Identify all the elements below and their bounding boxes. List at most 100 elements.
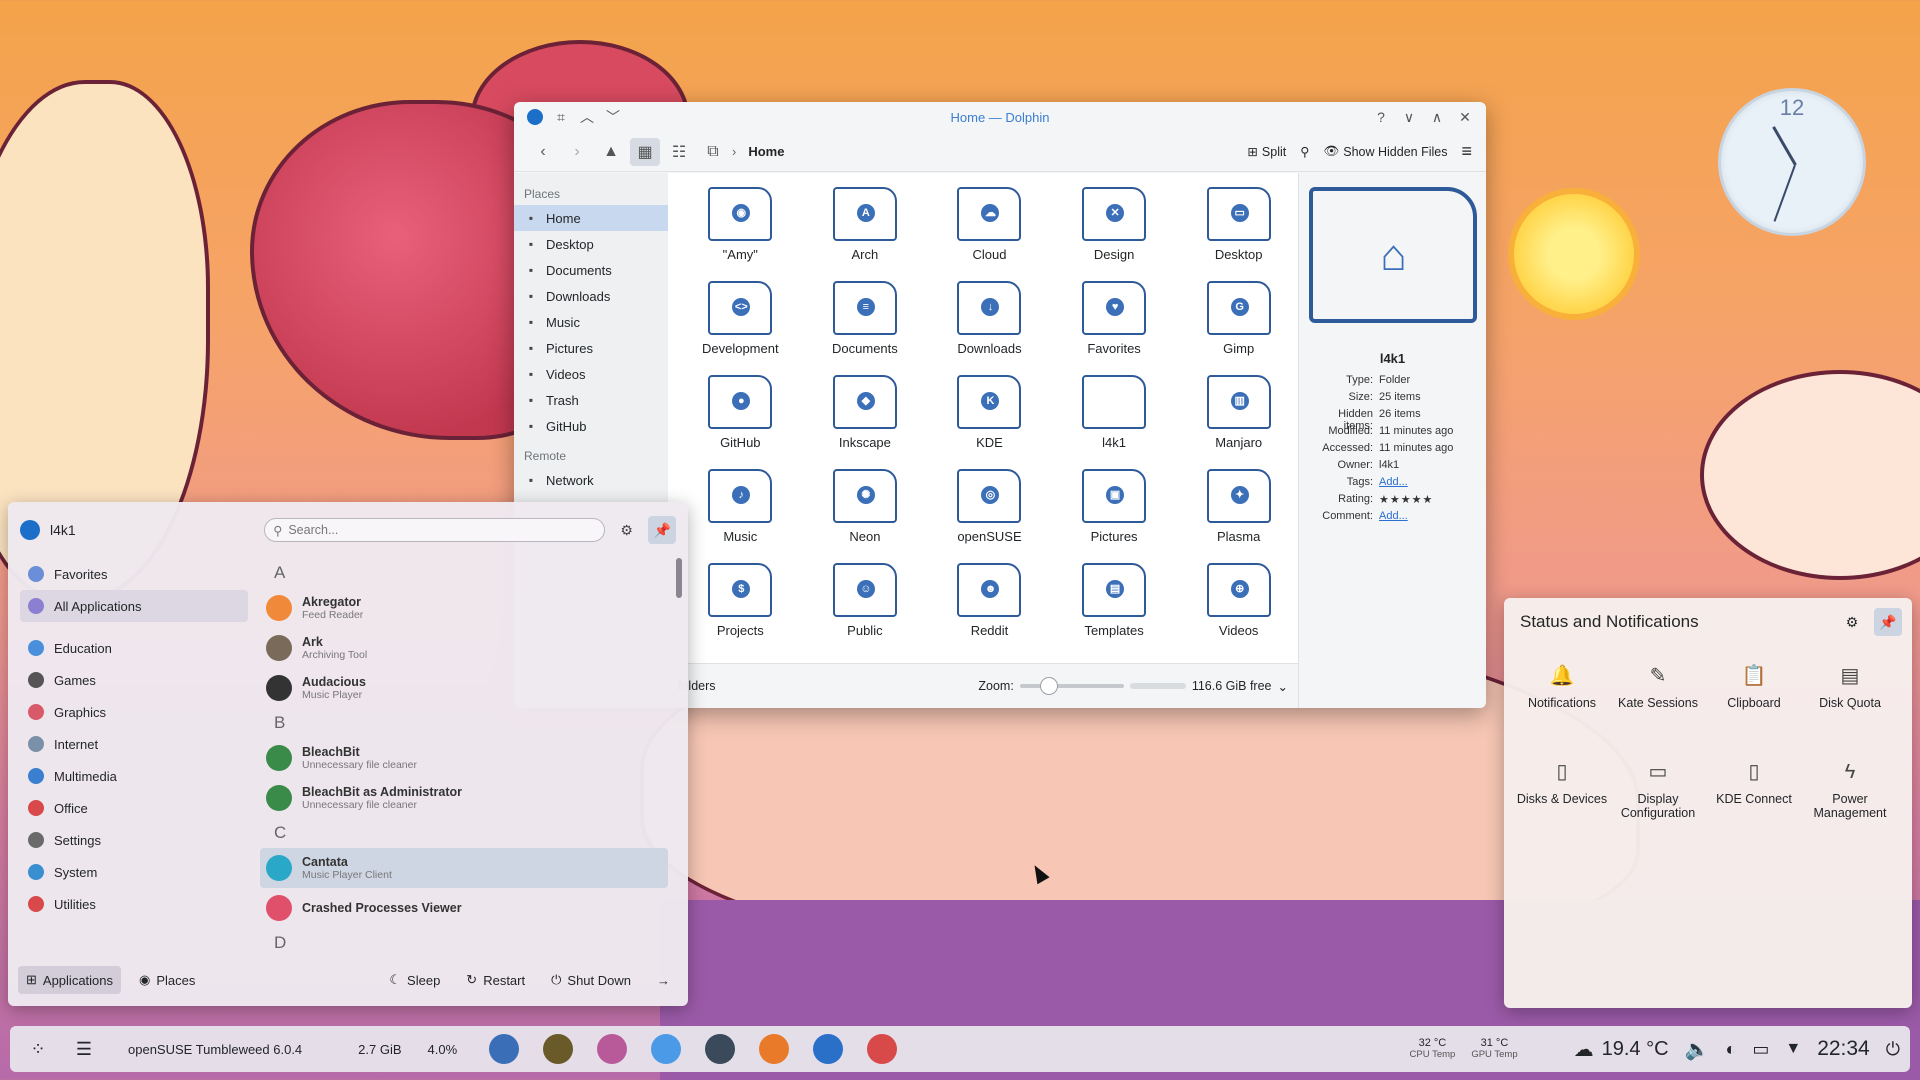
category-games[interactable]: Games xyxy=(20,664,248,696)
applications-tab[interactable]: ⊞ Applications xyxy=(18,966,122,994)
configure-button[interactable]: ⚙ xyxy=(613,516,641,544)
scrollbar[interactable] xyxy=(676,558,682,598)
folder-item[interactable]: ✺ Neon xyxy=(803,465,928,559)
tray-pin-button[interactable]: 📌 xyxy=(1874,608,1902,636)
folder-item[interactable]: ⊕ Videos xyxy=(1176,559,1301,653)
window-titlebar[interactable]: ⌗ ︿ ﹀ Home — Dolphin ? ∨ ∧ ✕ xyxy=(514,102,1486,132)
forward-button[interactable]: › xyxy=(562,138,592,166)
free-space-text[interactable]: 116.6 GiB free xyxy=(1192,679,1272,693)
sidebar-item-music[interactable]: ▪ Music xyxy=(514,309,668,335)
analog-clock-widget[interactable]: 12 xyxy=(1718,88,1866,236)
folder-item[interactable]: ◆ Inkscape xyxy=(803,371,928,465)
tray-item-disk-quota[interactable]: ▤ Disk Quota xyxy=(1802,658,1898,754)
sidebar-item-github[interactable]: ▪ GitHub xyxy=(514,413,668,439)
sidebar-item-trash[interactable]: ▪ Trash xyxy=(514,387,668,413)
back-button[interactable]: ‹ xyxy=(528,138,558,166)
category-graphics[interactable]: Graphics xyxy=(20,696,248,728)
folder-item[interactable]: ↓ Downloads xyxy=(927,277,1052,371)
sidebar-item-downloads[interactable]: ▪ Downloads xyxy=(514,283,668,309)
folder-item[interactable]: G Gimp xyxy=(1176,277,1301,371)
taskbar-app-app-4[interactable] xyxy=(651,1034,682,1064)
minimize-button[interactable]: ∨ xyxy=(1396,104,1422,130)
close-button[interactable]: ✕ xyxy=(1452,104,1478,130)
shutdown-button[interactable]: ⏻ Shut Down xyxy=(543,966,639,994)
comment-add-link[interactable]: Add... xyxy=(1379,510,1408,527)
category-favorites[interactable]: Favorites xyxy=(20,558,248,590)
leave-button[interactable]: → xyxy=(649,966,678,994)
dolphin-app-icon[interactable] xyxy=(522,104,548,130)
sidebar-item-home[interactable]: ▪ Home xyxy=(514,205,668,231)
places-tab[interactable]: ◉ Places xyxy=(131,966,203,994)
sidebar-item-videos[interactable]: ▪ Videos xyxy=(514,361,668,387)
tray-item-power-management[interactable]: ϟ Power Management xyxy=(1802,754,1898,850)
taskbar-app-dolphin[interactable] xyxy=(813,1034,844,1064)
task-manager-button[interactable]: ☰ xyxy=(66,1031,102,1067)
folder-item[interactable]: ✕ Design xyxy=(1052,183,1177,277)
show-hidden-files-button[interactable]: 👁 Show Hidden Files xyxy=(1323,144,1447,159)
zoom-slider[interactable] xyxy=(1019,677,1124,695)
crop-icon[interactable]: ⌗ xyxy=(548,104,574,130)
app-item[interactable]: Crashed Processes Viewer xyxy=(260,888,668,928)
hamburger-menu-button[interactable]: ≡ xyxy=(1461,141,1472,162)
folder-item[interactable]: ◎ openSUSE xyxy=(927,465,1052,559)
help-button[interactable]: ? xyxy=(1368,104,1394,130)
taskbar-app-app-3[interactable] xyxy=(597,1034,628,1064)
tray-expand-icon[interactable]: ▼ xyxy=(1785,1040,1801,1058)
app-item[interactable]: BleachBit as Administrator Unnecessary fi… xyxy=(260,778,668,818)
zoom-slider-handle[interactable] xyxy=(1039,677,1058,695)
volume-icon[interactable]: 🔈 xyxy=(1685,1037,1710,1062)
sidebar-item-desktop[interactable]: ▪ Desktop xyxy=(514,231,668,257)
tray-item-disks-devices[interactable]: ▯ Disks & Devices xyxy=(1514,754,1610,850)
category-all-applications[interactable]: All Applications xyxy=(20,590,248,622)
app-item[interactable]: Ark Archiving Tool xyxy=(260,628,668,668)
taskbar-app-app-5[interactable] xyxy=(705,1034,736,1064)
tray-item-notifications[interactable]: 🔔 Notifications xyxy=(1514,658,1610,754)
folder-item[interactable]: ◉ "Amy" xyxy=(678,183,803,277)
tray-configure-button[interactable]: ⚙ xyxy=(1838,608,1866,636)
folder-item[interactable]: ▥ Manjaro xyxy=(1176,371,1301,465)
category-office[interactable]: Office xyxy=(20,792,248,824)
tray-item-display-configuration[interactable]: ▭ Display Configuration xyxy=(1610,754,1706,850)
maximize-button[interactable]: ∧ xyxy=(1424,104,1450,130)
folder-item[interactable]: A Arch xyxy=(803,183,928,277)
category-system[interactable]: System xyxy=(20,856,248,888)
taskbar-app-system-monitor[interactable] xyxy=(489,1034,520,1064)
folder-item[interactable]: <> Development xyxy=(678,277,803,371)
folder-item[interactable]: ▭ Desktop xyxy=(1176,183,1301,277)
app-item[interactable]: Cantata Music Player Client xyxy=(260,848,668,888)
folder-item[interactable]: ≡ Documents xyxy=(803,277,928,371)
sleep-button[interactable]: ☾ Sleep xyxy=(381,966,448,994)
folder-item[interactable]: $ Projects xyxy=(678,559,803,653)
taskbar-app-gimp[interactable] xyxy=(543,1034,574,1064)
keep-below-icon[interactable]: ﹀ xyxy=(600,104,626,130)
taskbar-app-app-8[interactable] xyxy=(867,1034,898,1064)
tray-item-clipboard[interactable]: 📋 Clipboard xyxy=(1706,658,1802,754)
folder-item[interactable]: l4k1 xyxy=(1052,371,1177,465)
details-view-button[interactable]: ⧉ xyxy=(698,138,728,166)
power-icon[interactable]: ⏻ xyxy=(1886,1039,1900,1060)
folder-item[interactable]: ● GitHub xyxy=(678,371,803,465)
digital-clock[interactable]: 22:34 xyxy=(1817,1037,1870,1061)
tray-item-kate-sessions[interactable]: ✎ Kate Sessions xyxy=(1610,658,1706,754)
folder-item[interactable]: ♥ Favorites xyxy=(1052,277,1177,371)
user-profile[interactable]: l4k1 xyxy=(20,520,252,540)
folder-item[interactable]: ☁ Cloud xyxy=(927,183,1052,277)
rating-stars[interactable]: ★★★★★ xyxy=(1379,493,1433,510)
restart-button[interactable]: ↻ Restart xyxy=(458,966,533,994)
split-button[interactable]: ⊞ Split xyxy=(1247,144,1286,160)
chevron-down-icon[interactable]: ⌄ xyxy=(1278,679,1288,694)
tray-item-kde-connect[interactable]: ▯ KDE Connect xyxy=(1706,754,1802,850)
app-item[interactable]: BleachBit Unnecessary file cleaner xyxy=(260,738,668,778)
breadcrumb[interactable]: Home xyxy=(748,144,784,159)
category-utilities[interactable]: Utilities xyxy=(20,888,248,920)
icons-view-button[interactable]: ▦ xyxy=(630,137,660,166)
keep-above-icon[interactable]: ︿ xyxy=(574,104,600,130)
folder-item[interactable]: ✦ Plasma xyxy=(1176,465,1301,559)
app-item[interactable]: Akregator Feed Reader xyxy=(260,588,668,628)
folder-item[interactable]: K KDE xyxy=(927,371,1052,465)
folder-item[interactable]: ☻ Reddit xyxy=(927,559,1052,653)
night-color-icon[interactable]: ◐ xyxy=(1725,1039,1736,1060)
weather-widget[interactable]: ☁ 19.4 °C xyxy=(1574,1037,1669,1062)
category-education[interactable]: Education xyxy=(20,632,248,664)
category-internet[interactable]: Internet xyxy=(20,728,248,760)
